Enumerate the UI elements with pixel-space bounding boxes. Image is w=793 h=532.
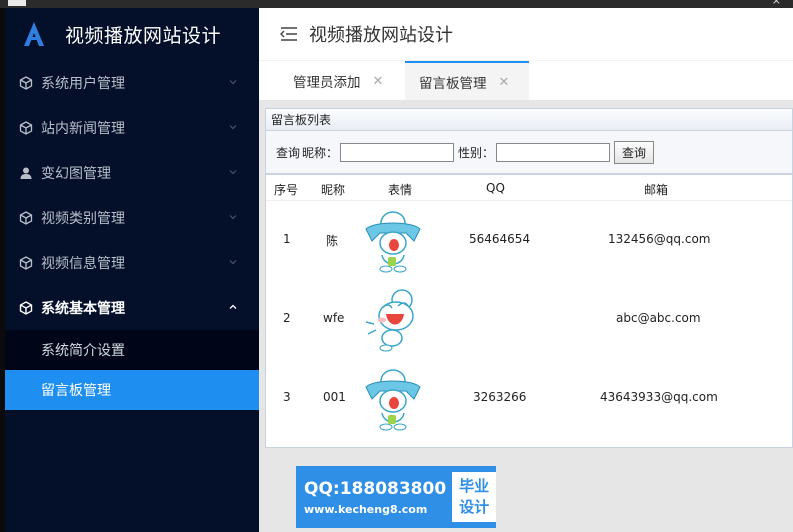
crying-face-icon: [365, 369, 421, 431]
brand-title: 视频播放网站设计: [65, 24, 222, 47]
sidebar-item-label: 视频类别管理: [41, 210, 125, 227]
column-header: 序号: [274, 183, 299, 197]
menu-toggle-icon[interactable]: [279, 26, 299, 42]
chevron-down-icon: [229, 260, 237, 265]
row-qq: 56464654: [469, 232, 531, 246]
watermark-badge-line2: 设计: [459, 498, 490, 516]
watermark-text: QQ:188083800 www.kecheng8.com: [304, 479, 446, 516]
header: 视频播放网站设计: [259, 8, 793, 60]
chevron-up-icon: [229, 304, 237, 309]
crying-face-icon: [365, 211, 421, 273]
chevron-down-icon: [229, 80, 237, 85]
row-email: 132456@qq.com: [608, 232, 711, 246]
row-nickname: 陈: [326, 234, 339, 248]
row-email: 43643933@qq.com: [600, 390, 718, 404]
cube-icon: [19, 120, 33, 135]
guestbook-panel: 留言板列表 查询 昵称： 性别： 查询 序号 昵称 表情 QQ 邮箱 1 陈 5…: [265, 108, 793, 448]
column-header: 昵称: [321, 183, 346, 197]
row-number: 1: [283, 232, 291, 246]
brand: 视频播放网站设计: [5, 8, 259, 60]
nickname-input[interactable]: [340, 142, 455, 162]
user-icon: [20, 167, 32, 179]
table-header: 序号 昵称 表情 QQ 邮箱: [266, 175, 792, 201]
sidebar: 视频播放网站设计 系统用户管理 站内新闻管理 变幻图管理 视频类别管理 视频信息…: [0, 8, 259, 532]
cube-icon: [19, 75, 33, 90]
chevron-down-icon: [229, 125, 237, 130]
chevron-down-icon: [229, 170, 237, 175]
close-icon[interactable]: ✕: [499, 75, 510, 90]
sidebar-item-video-info[interactable]: 视频信息管理: [5, 240, 259, 285]
sidebar-subitem-guestbook[interactable]: 留言板管理: [5, 370, 259, 410]
watermark-qq: QQ:188083800: [304, 478, 447, 499]
watermark-badge: 毕业 设计: [452, 472, 496, 522]
row-nickname: wfe: [323, 311, 345, 325]
sidebar-item-carousel[interactable]: 变幻图管理: [5, 150, 259, 195]
column-header: 邮箱: [644, 183, 669, 197]
tab-guestbook[interactable]: 留言板管理 ✕: [405, 61, 529, 101]
watermark-url: www.kecheng8.com: [304, 502, 428, 516]
sidebar-item-label: 系统用户管理: [41, 75, 125, 92]
search-button[interactable]: 查询: [614, 140, 655, 164]
sidebar-item-label: 视频信息管理: [41, 255, 125, 272]
sidebar-item-label: 系统基本管理: [41, 300, 125, 317]
sidebar-subitem-system-intro[interactable]: 系统简介设置: [5, 330, 259, 370]
cube-icon: [19, 300, 33, 315]
sidebar-subitem-label: 留言板管理: [41, 383, 111, 399]
table-row: 2 wfe abc@abc.com: [266, 280, 792, 359]
row-email: abc@abc.com: [616, 311, 701, 325]
sidebar-item-label: 站内新闻管理: [41, 120, 125, 137]
sidebar-menu: 系统用户管理 站内新闻管理 变幻图管理 视频类别管理 视频信息管理 系统基本管理: [5, 60, 259, 410]
nickname-label: 昵称：: [302, 145, 339, 160]
column-header: QQ: [486, 181, 505, 195]
gender-input[interactable]: [496, 142, 611, 162]
watermark: QQ:188083800 www.kecheng8.com 毕业 设计: [296, 466, 496, 528]
table-row: 3 001 3263266 43643933@qq.com: [266, 359, 792, 438]
page-title: 视频播放网站设计: [309, 25, 453, 46]
row-nickname: 001: [323, 390, 346, 404]
watermark-badge-line1: 毕业: [459, 477, 490, 495]
chevron-down-icon: [229, 215, 237, 220]
sidebar-subitem-label: 系统简介设置: [41, 343, 125, 359]
cube-icon: [19, 210, 33, 225]
brand-logo-icon: [24, 22, 44, 46]
row-qq: 3263266: [473, 390, 527, 404]
sidebar-item-system-users[interactable]: 系统用户管理: [5, 60, 259, 105]
tab-label: 管理员添加: [293, 75, 361, 91]
search-query-label: 查询: [276, 145, 301, 160]
tab-admin-add[interactable]: 管理员添加 ✕: [279, 61, 405, 101]
row-number: 2: [283, 311, 291, 325]
gender-label: 性别：: [458, 145, 495, 160]
search-bar: 查询 昵称： 性别： 查询: [266, 131, 792, 175]
laughing-face-icon: [365, 289, 414, 352]
window-top-strip: ×: [0, 0, 793, 8]
table-row: 1 陈 56464654 132456@qq.com: [266, 201, 792, 280]
sidebar-item-system-basic[interactable]: 系统基本管理: [5, 285, 259, 330]
close-icon[interactable]: ✕: [373, 74, 384, 89]
sidebar-item-news[interactable]: 站内新闻管理: [5, 105, 259, 150]
window-app-icon: [8, 0, 26, 6]
tab-label: 留言板管理: [419, 76, 487, 92]
sidebar-item-label: 变幻图管理: [41, 165, 111, 182]
column-header: 表情: [388, 183, 413, 197]
sidebar-item-video-category[interactable]: 视频类别管理: [5, 195, 259, 240]
window-close-icon[interactable]: ×: [772, 0, 781, 7]
panel-title: 留言板列表: [266, 109, 792, 131]
tab-bar: 管理员添加 ✕ 留言板管理 ✕: [259, 60, 793, 101]
row-number: 3: [283, 390, 291, 404]
cube-icon: [19, 255, 33, 270]
